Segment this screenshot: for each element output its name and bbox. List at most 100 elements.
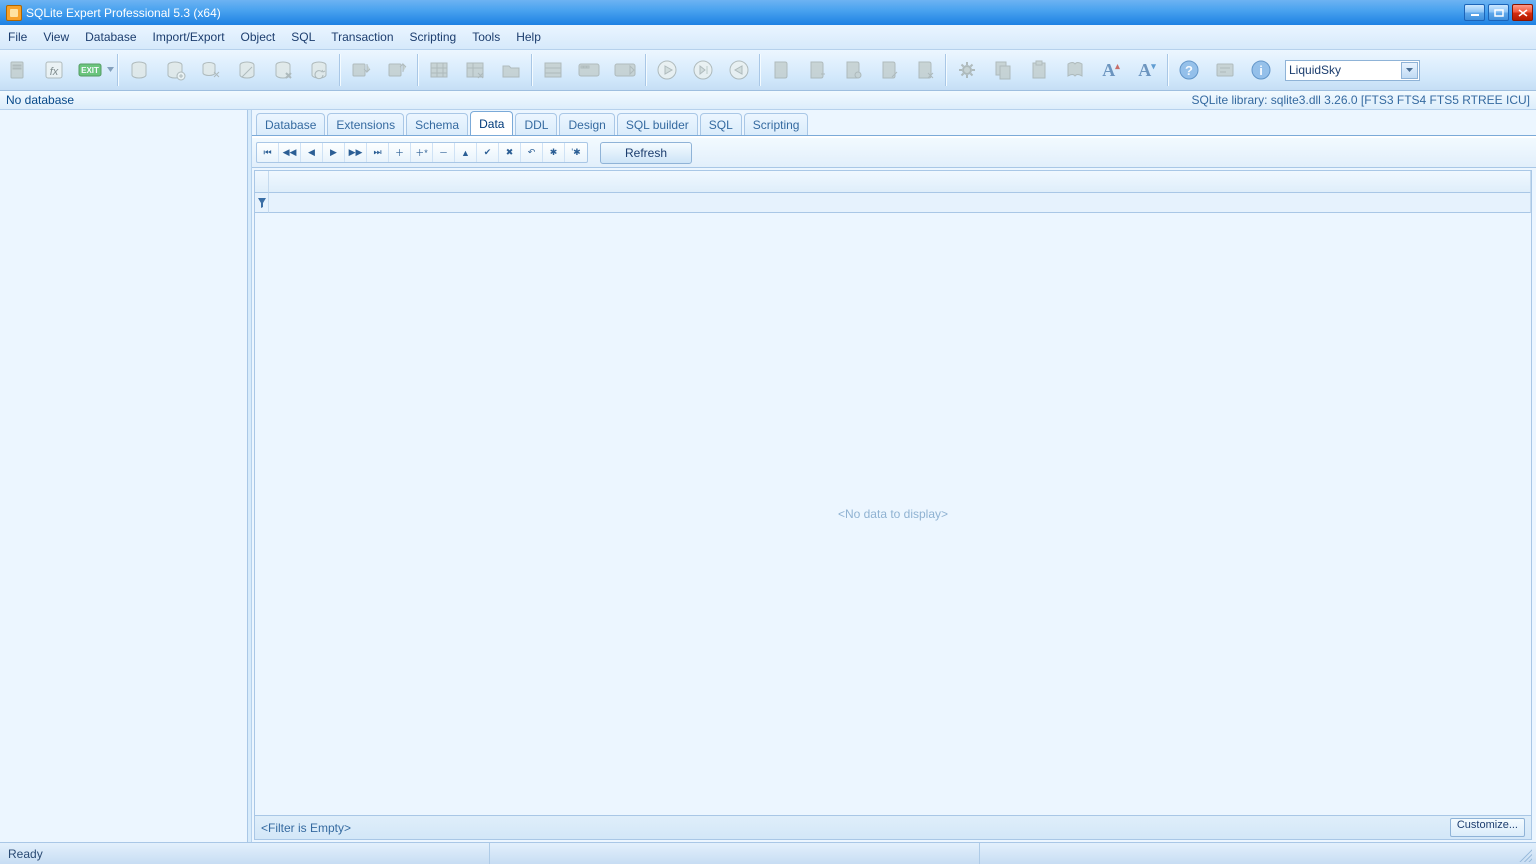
no-data-label: <No data to display> bbox=[838, 507, 948, 521]
copy-icon[interactable] bbox=[987, 54, 1019, 86]
grid-columns-header bbox=[269, 171, 1531, 193]
delete-table-icon[interactable] bbox=[459, 54, 491, 86]
paste-icon[interactable] bbox=[1023, 54, 1055, 86]
script-saveas-icon[interactable] bbox=[873, 54, 905, 86]
customize-button[interactable]: Customize... bbox=[1450, 818, 1525, 837]
function-icon[interactable]: fx bbox=[38, 54, 70, 86]
nav-cancel-icon[interactable]: ✖ bbox=[499, 143, 521, 162]
menu-import-export[interactable]: Import/Export bbox=[145, 25, 233, 49]
menu-transaction[interactable]: Transaction bbox=[323, 25, 401, 49]
nav-insert-icon[interactable]: ＋ bbox=[389, 143, 411, 162]
menu-tools[interactable]: Tools bbox=[464, 25, 508, 49]
chevron-down-icon bbox=[1401, 62, 1418, 79]
script-remove-icon[interactable] bbox=[909, 54, 941, 86]
toolbar-separator bbox=[1167, 54, 1169, 86]
nav-last-icon[interactable]: ⏭ bbox=[367, 143, 389, 162]
window-title: SQLite Expert Professional 5.3 (x64) bbox=[26, 6, 221, 20]
nav-delete-icon[interactable]: － bbox=[433, 143, 455, 162]
help-icon[interactable]: ? bbox=[1173, 54, 1205, 86]
open-folder-icon[interactable] bbox=[495, 54, 527, 86]
tab-database[interactable]: Database bbox=[256, 113, 325, 135]
run-icon[interactable] bbox=[651, 54, 683, 86]
resize-grip-icon[interactable] bbox=[1516, 846, 1532, 862]
status-cell-3 bbox=[980, 843, 1536, 864]
font-larger-icon[interactable]: A▴ bbox=[1095, 54, 1127, 86]
toolbar-separator bbox=[759, 54, 761, 86]
theme-selector[interactable]: LiquidSky bbox=[1285, 60, 1420, 81]
script-doc-icon[interactable] bbox=[765, 54, 797, 86]
nav-first-icon[interactable]: ⏮ bbox=[257, 143, 279, 162]
database-tree-sidebar[interactable] bbox=[0, 110, 248, 842]
tab-ddl[interactable]: DDL bbox=[515, 113, 557, 135]
menu-object[interactable]: Object bbox=[233, 25, 284, 49]
toolbar-separator bbox=[117, 54, 119, 86]
new-table-icon[interactable] bbox=[423, 54, 455, 86]
keyboard-icon[interactable] bbox=[573, 54, 605, 86]
tab-extensions[interactable]: Extensions bbox=[327, 113, 404, 135]
nav-edit-icon[interactable]: ▲ bbox=[455, 143, 477, 162]
nav-next-page-icon[interactable]: ▶▶ bbox=[345, 143, 367, 162]
nav-next-icon[interactable]: ▶ bbox=[323, 143, 345, 162]
svg-text:EXIT: EXIT bbox=[81, 66, 99, 75]
menu-view[interactable]: View bbox=[35, 25, 77, 49]
nav-post-icon[interactable]: ✔ bbox=[477, 143, 499, 162]
close-database-icon[interactable] bbox=[267, 54, 299, 86]
tab-sql-builder[interactable]: SQL builder bbox=[617, 113, 698, 135]
nav-refresh-icon[interactable]: ↶ bbox=[521, 143, 543, 162]
minimize-button[interactable] bbox=[1464, 4, 1485, 21]
grid-filter-cells[interactable] bbox=[269, 193, 1531, 213]
data-navigator: ⏮ ◀◀ ◀ ▶ ▶▶ ⏭ ＋ ＋* － ▲ ✔ ✖ ↶ ✱ '✱ Refres… bbox=[252, 138, 1536, 168]
script-add-icon[interactable] bbox=[801, 54, 833, 86]
close-button[interactable] bbox=[1512, 4, 1533, 21]
book-icon[interactable] bbox=[1059, 54, 1091, 86]
settings-icon[interactable] bbox=[951, 54, 983, 86]
stop-icon[interactable] bbox=[723, 54, 755, 86]
export-icon[interactable] bbox=[381, 54, 413, 86]
tab-sql[interactable]: SQL bbox=[700, 113, 742, 135]
tab-data[interactable]: Data bbox=[470, 111, 513, 135]
menu-sql[interactable]: SQL bbox=[283, 25, 323, 49]
tab-scripting[interactable]: Scripting bbox=[744, 113, 809, 135]
exit-icon[interactable]: EXIT bbox=[74, 54, 106, 86]
nav-goto-bookmark-icon[interactable]: '✱ bbox=[565, 143, 587, 162]
remove-database-icon[interactable] bbox=[231, 54, 263, 86]
toolbar-dropdown[interactable] bbox=[106, 54, 115, 86]
data-grid[interactable]: <No data to display> <Filter is Empty> C… bbox=[254, 170, 1532, 840]
filter-status-label: <Filter is Empty> bbox=[261, 821, 351, 835]
font-smaller-icon[interactable]: A▾ bbox=[1131, 54, 1163, 86]
script-star-icon[interactable] bbox=[837, 54, 869, 86]
toolbar-separator bbox=[645, 54, 647, 86]
about-icon[interactable]: i bbox=[1245, 54, 1277, 86]
grid-filter-row[interactable] bbox=[255, 193, 1531, 213]
menu-database[interactable]: Database bbox=[77, 25, 144, 49]
refresh-button[interactable]: Refresh bbox=[600, 142, 692, 164]
content-pane: Database Extensions Schema Data DDL Desi… bbox=[252, 110, 1536, 842]
app-icon bbox=[6, 5, 22, 21]
toolbar-separator bbox=[417, 54, 419, 86]
info-bar: No database SQLite library: sqlite3.dll … bbox=[0, 91, 1536, 110]
tab-schema[interactable]: Schema bbox=[406, 113, 468, 135]
menu-scripting[interactable]: Scripting bbox=[402, 25, 465, 49]
nav-prior-page-icon[interactable]: ◀◀ bbox=[279, 143, 301, 162]
status-bar: Ready bbox=[0, 842, 1536, 864]
nav-bookmark-icon[interactable]: ✱ bbox=[543, 143, 565, 162]
tab-design[interactable]: Design bbox=[559, 113, 614, 135]
filter-funnel-icon[interactable] bbox=[255, 193, 269, 213]
new-database-icon[interactable] bbox=[159, 54, 191, 86]
content-tabs: Database Extensions Schema Data DDL Desi… bbox=[252, 110, 1536, 135]
register-icon[interactable] bbox=[1209, 54, 1241, 86]
sqlite-library-label: SQLite library: sqlite3.dll 3.26.0 [FTS3… bbox=[1191, 93, 1536, 107]
attach-database-icon[interactable] bbox=[195, 54, 227, 86]
open-database-icon[interactable] bbox=[123, 54, 155, 86]
new-script-icon[interactable] bbox=[2, 54, 34, 86]
import-icon[interactable] bbox=[345, 54, 377, 86]
refresh-database-icon[interactable] bbox=[303, 54, 335, 86]
nav-prior-icon[interactable]: ◀ bbox=[301, 143, 323, 162]
maximize-button[interactable] bbox=[1488, 4, 1509, 21]
menu-help[interactable]: Help bbox=[508, 25, 549, 49]
keyboard-run-icon[interactable] bbox=[609, 54, 641, 86]
nav-append-icon[interactable]: ＋* bbox=[411, 143, 433, 162]
menu-file[interactable]: File bbox=[0, 25, 35, 49]
step-icon[interactable] bbox=[687, 54, 719, 86]
table-props-icon[interactable] bbox=[537, 54, 569, 86]
